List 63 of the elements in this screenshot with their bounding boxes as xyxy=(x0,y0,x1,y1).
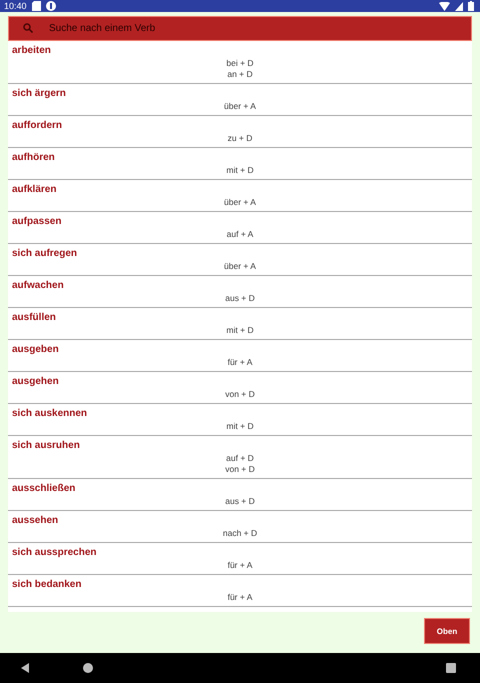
preposition-text: für + A xyxy=(226,592,254,603)
top-button[interactable]: Oben xyxy=(424,618,470,644)
preposition-text: aus + D xyxy=(224,293,256,304)
verb-title: sich ausruhen xyxy=(12,440,81,452)
preposition-text: über + A xyxy=(223,101,257,112)
preposition-text: über + A xyxy=(223,261,257,272)
verb-title: aufhören xyxy=(12,152,56,164)
preposition-text: auf + A xyxy=(226,229,254,240)
clock-time: 10:40 xyxy=(4,1,27,11)
verb-list-item[interactable]: auffordern zu + D xyxy=(8,116,472,148)
signal-icon xyxy=(455,2,463,10)
verb-title: sich auskennen xyxy=(12,408,88,420)
preposition-text: nach + D xyxy=(222,528,258,539)
search-icon xyxy=(23,23,33,33)
verb-list-item[interactable]: sich aufregen über + A xyxy=(8,244,472,276)
verb-list-item[interactable]: aufhören mit + D xyxy=(8,148,472,180)
verb-title: sich bedanken xyxy=(12,579,82,591)
wifi-icon xyxy=(439,2,450,10)
verb-title: aufpassen xyxy=(12,216,62,228)
verb-list-item[interactable]: sich ausruhen auf + D von + D xyxy=(8,436,472,479)
verb-title: aussehen xyxy=(12,515,60,527)
preposition-text: von + D xyxy=(224,389,256,400)
back-icon[interactable] xyxy=(21,663,29,673)
preposition-text: zu + D xyxy=(226,133,254,144)
verb-title: sich aussprechen xyxy=(12,547,98,559)
preposition-text: von + D xyxy=(224,464,256,475)
preposition-text: mit + D xyxy=(225,325,255,336)
preposition-text: für + A xyxy=(226,560,254,571)
verb-list-item[interactable]: ausschließen aus + D xyxy=(8,479,472,511)
verb-title: sich aufregen xyxy=(12,248,78,260)
verb-title: arbeiten xyxy=(12,45,52,57)
verb-list-item[interactable]: sich auskennen mit + D xyxy=(8,404,472,436)
verb-list-item[interactable]: aufklären über + A xyxy=(8,180,472,212)
preposition-text: an + D xyxy=(226,69,254,80)
preposition-text: auf + D xyxy=(225,453,255,464)
verb-title: ausschließen xyxy=(12,483,76,495)
preposition-text: bei + D xyxy=(225,58,255,69)
preposition-text: für + A xyxy=(226,357,254,368)
preposition-text: mit + D xyxy=(225,165,255,176)
verb-list-item[interactable]: ausgeben für + A xyxy=(8,340,472,372)
preposition-text: über + A xyxy=(223,197,257,208)
verb-title: ausfüllen xyxy=(12,312,57,324)
verb-list-item[interactable]: ausgehen von + D xyxy=(8,372,472,404)
home-icon[interactable] xyxy=(83,663,93,673)
verb-list-item[interactable]: sich ärgern über + A xyxy=(8,84,472,116)
verb-list-item[interactable]: ausfüllen mit + D xyxy=(8,308,472,340)
verb-title: ausgeben xyxy=(12,344,60,356)
verb-list-item[interactable]: sich bedanken für + A xyxy=(8,575,472,607)
verb-title: aufklären xyxy=(12,184,58,196)
verb-list-item[interactable]: aufpassen auf + A xyxy=(8,212,472,244)
verb-list-item[interactable]: aufwachen aus + D xyxy=(8,276,472,308)
sd-card-icon xyxy=(32,1,41,11)
verb-title: sich ärgern xyxy=(12,88,67,100)
battery-icon xyxy=(468,1,474,11)
verb-title: ausgehen xyxy=(12,376,60,388)
verb-list-item[interactable]: sich aussprechen für + A xyxy=(8,543,472,575)
verb-list-item[interactable]: arbeiten bei + D an + D xyxy=(8,41,472,84)
verb-list-item[interactable]: aussehen nach + D xyxy=(8,511,472,543)
search-field[interactable]: Suche nach einem Verb xyxy=(8,16,472,41)
verb-title: aufwachen xyxy=(12,280,65,292)
preposition-text: aus + D xyxy=(224,496,256,507)
verb-title: auffordern xyxy=(12,120,63,132)
preposition-text: mit + D xyxy=(225,421,255,432)
